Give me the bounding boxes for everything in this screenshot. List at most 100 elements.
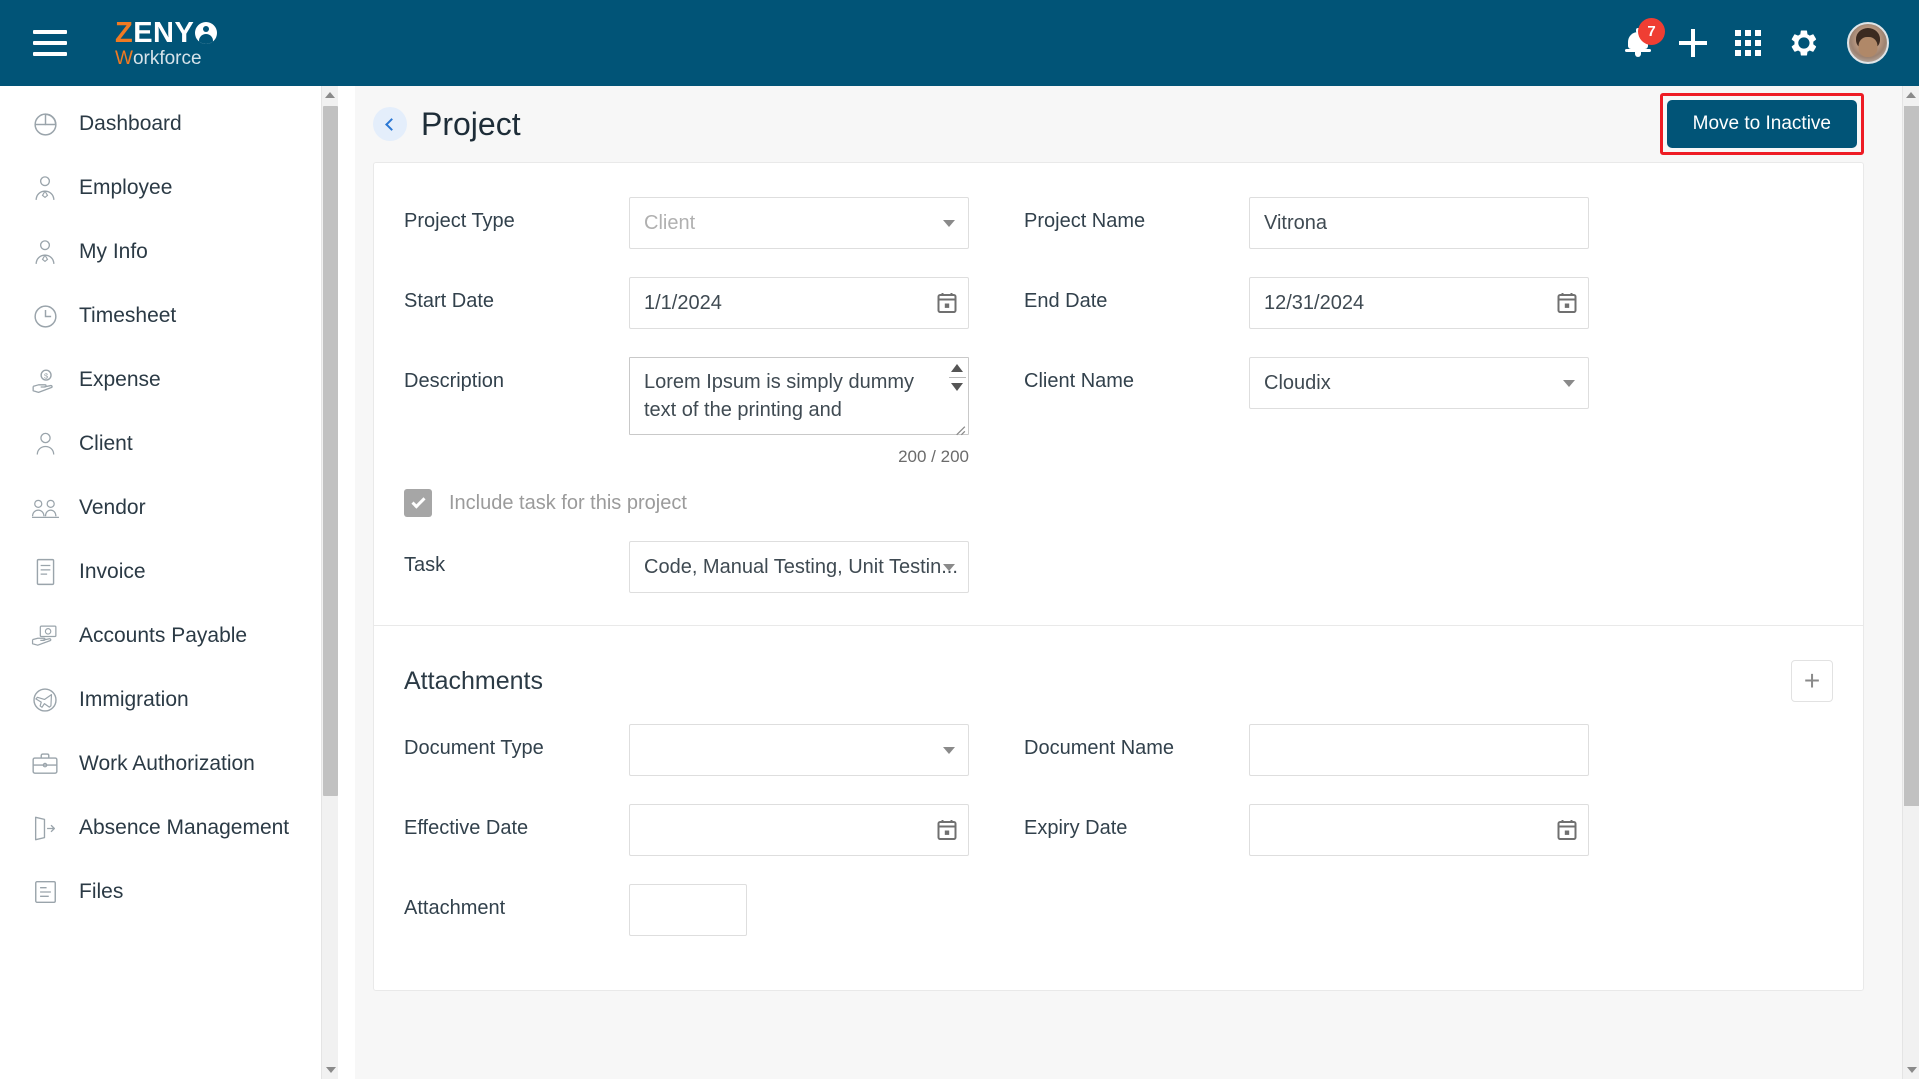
attachments-title: Attachments (404, 666, 543, 695)
resize-grip-icon[interactable] (952, 422, 966, 436)
document-type-label: Document Type (404, 737, 544, 759)
apps-button[interactable] (1735, 30, 1761, 56)
sidebar-item-label: Vendor (79, 496, 146, 519)
calendar-icon[interactable] (1557, 292, 1577, 314)
sidebar-item-label: My Info (79, 240, 148, 263)
end-date-label: End Date (1024, 290, 1108, 312)
scroll-up-icon[interactable] (951, 364, 963, 372)
field-client-name: Client Name Cloudix (1024, 357, 1644, 467)
project-type-label: Project Type (404, 210, 515, 232)
sidebar-item-timesheet[interactable]: Timesheet (0, 284, 355, 348)
include-task-checkbox-row[interactable]: Include task for this project (404, 489, 1833, 517)
sidebar-scroll-thumb[interactable] (323, 106, 338, 796)
add-button[interactable] (1679, 29, 1707, 57)
include-task-checkbox[interactable] (404, 489, 432, 517)
sidebar-item-dashboard[interactable]: Dashboard (0, 92, 355, 156)
sidebar-item-invoice[interactable]: Invoice (0, 540, 355, 604)
clock-icon (28, 301, 62, 331)
sidebar-item-label: Work Authorization (79, 752, 255, 775)
project-name-input[interactable]: Vitrona (1249, 197, 1589, 249)
logo-person-circle-icon (195, 22, 218, 44)
calendar-icon[interactable] (1557, 819, 1577, 841)
move-to-inactive-highlight: Move to Inactive (1659, 93, 1864, 155)
sidebar-item-label: Accounts Payable (79, 624, 248, 647)
my-info-icon (28, 237, 62, 267)
project-name-label: Project Name (1024, 210, 1146, 232)
settings-button[interactable] (1789, 28, 1819, 58)
calendar-icon[interactable] (937, 819, 957, 841)
expense-icon: $ (28, 365, 62, 395)
add-attachment-button[interactable]: + (1791, 660, 1833, 702)
effective-date-label: Effective Date (404, 817, 529, 839)
chevron-down-icon (943, 564, 955, 571)
calendar-icon[interactable] (937, 292, 957, 314)
task-select[interactable]: Code, Manual Testing, Unit Testin... (629, 541, 969, 593)
project-details-section: Project Type Client Project Name Vitrona… (374, 163, 1863, 625)
logo-eny-letters: ENY (133, 16, 195, 49)
project-type-select[interactable]: Client (629, 197, 969, 249)
notification-badge: 7 (1638, 18, 1665, 45)
scroll-down-icon[interactable] (951, 383, 963, 391)
sidebar-scrollbar[interactable] (321, 86, 338, 1079)
sidebar-item-label: Employee (79, 176, 173, 199)
sidebar-item-immigration[interactable]: Immigration (0, 668, 355, 732)
sidebar-scroll-up-arrow[interactable] (322, 86, 338, 104)
sidebar-item-client[interactable]: Client (0, 412, 355, 476)
apps-grid-icon (1735, 30, 1761, 56)
sidebar-item-label: Files (79, 880, 124, 903)
move-to-inactive-button[interactable]: Move to Inactive (1666, 100, 1857, 148)
sidebar-item-label: Client (79, 432, 133, 455)
end-date-input[interactable]: 12/31/2024 (1249, 277, 1589, 329)
sidebar-navigation: Dashboard Employee My Info Timesheet $ E… (0, 86, 355, 1079)
document-name-input[interactable] (1249, 724, 1589, 776)
sidebar-item-label: Timesheet (79, 304, 177, 327)
sidebar-item-absence-management[interactable]: Absence Management (0, 796, 355, 860)
document-type-select[interactable] (629, 724, 969, 776)
gear-icon (1791, 30, 1817, 56)
field-document-name: Document Name (1024, 724, 1644, 804)
page-scroll-up-arrow[interactable] (1903, 86, 1919, 104)
sidebar-scroll-down-arrow[interactable] (322, 1061, 339, 1079)
top-navigation-bar: Z ENY W orkforce 7 (0, 0, 1919, 86)
page-scroll-down-arrow[interactable] (1903, 1061, 1919, 1079)
project-card: Project Type Client Project Name Vitrona… (373, 162, 1864, 991)
avatar[interactable] (1847, 22, 1889, 64)
client-name-value: Cloudix (1264, 371, 1331, 394)
app-logo[interactable]: Z ENY W orkforce (115, 16, 218, 68)
start-date-input[interactable]: 1/1/2024 (629, 277, 969, 329)
expiry-date-input[interactable] (1249, 804, 1589, 856)
sidebar-item-expense[interactable]: $ Expense (0, 348, 355, 412)
client-name-select[interactable]: Cloudix (1249, 357, 1589, 409)
sidebar-item-my-info[interactable]: My Info (0, 220, 355, 284)
sidebar-item-files[interactable]: Files (0, 860, 355, 924)
sidebar-item-label: Immigration (79, 688, 189, 711)
task-grid: Task Code, Manual Testing, Unit Testin..… (404, 541, 1833, 599)
back-button[interactable] (373, 107, 407, 141)
project-type-value: Client (644, 211, 696, 234)
sidebar-item-label: Invoice (79, 560, 146, 583)
app-root: Z ENY W orkforce 7 Dashboard Employee My… (0, 0, 1919, 1079)
sidebar-item-employee[interactable]: Employee (0, 156, 355, 220)
page-scrollbar[interactable] (1902, 86, 1919, 1079)
field-expiry-date: Expiry Date (1024, 804, 1644, 884)
expiry-date-label: Expiry Date (1024, 817, 1128, 839)
field-project-type: Project Type Client (404, 197, 1024, 277)
description-scroll-spinner[interactable] (947, 360, 967, 410)
page-scroll-thumb[interactable] (1904, 106, 1919, 806)
effective-date-input[interactable] (629, 804, 969, 856)
attachment-input[interactable] (629, 884, 747, 936)
attachment-label: Attachment (404, 897, 506, 919)
sidebar-item-vendor[interactable]: Vendor (0, 476, 355, 540)
project-details-grid: Project Type Client Project Name Vitrona… (404, 197, 1833, 467)
pie-chart-icon (28, 109, 62, 139)
sidebar-item-accounts-payable[interactable]: Accounts Payable (0, 604, 355, 668)
page-title: Project (421, 105, 521, 142)
task-value: Code, Manual Testing, Unit Testin... (644, 555, 958, 578)
hamburger-menu-icon[interactable] (33, 30, 67, 56)
description-textarea[interactable] (629, 357, 969, 435)
sidebar-item-work-authorization[interactable]: Work Authorization (0, 732, 355, 796)
notifications-button[interactable]: 7 (1625, 18, 1665, 58)
sidebar-item-label: Absence Management (79, 816, 290, 839)
field-document-type: Document Type (404, 724, 1024, 804)
include-task-label: Include task for this project (449, 491, 687, 514)
